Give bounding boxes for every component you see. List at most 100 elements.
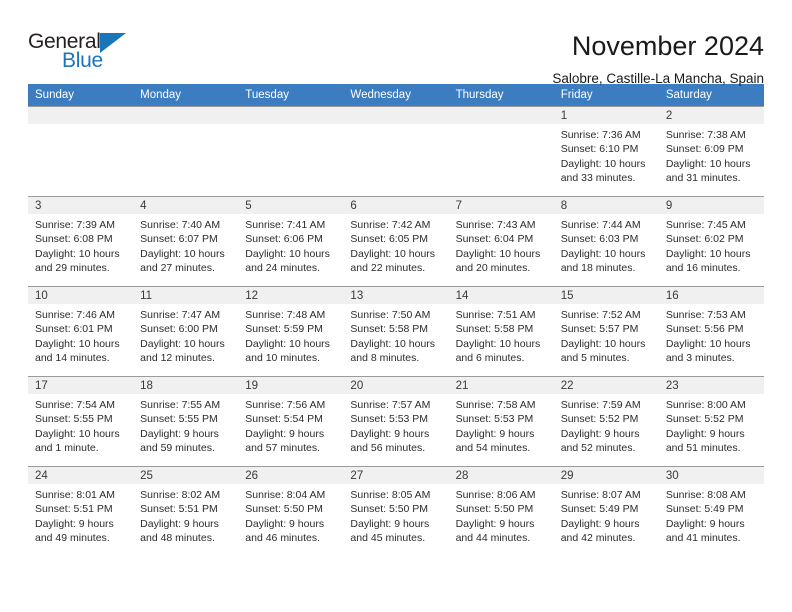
calendar-cell-day-15[interactable]: 15 Sunrise: 7:52 AM Sunset: 5:57 PM Dayligh… <box>553 286 659 377</box>
calendar-cell-day-20[interactable]: 20 Sunrise: 7:57 AM Sunset: 5:53 PM Dayligh… <box>343 376 449 467</box>
day-number: 5 <box>238 197 344 214</box>
daylight-text-line1: Daylight: 10 hours <box>665 247 751 260</box>
daylight-text-line2: and 22 minutes. <box>350 261 426 274</box>
calendar-cell-day-1[interactable]: 1 Sunrise: 7:36 AM Sunset: 6:10 PM Daylight… <box>553 106 659 197</box>
day-details: Sunrise: 7:48 AM Sunset: 5:59 PM Daylight:… <box>238 304 343 365</box>
calendar-cell-day-28[interactable]: 28 Sunrise: 8:06 AM Sunset: 5:50 PM Dayligh… <box>448 466 554 557</box>
sunset-text: Sunset: 6:06 PM <box>245 233 323 246</box>
daylight-text-line2: and 59 minutes. <box>140 441 215 454</box>
day-details: Sunrise: 8:05 AM Sunset: 5:50 PM Daylight:… <box>343 484 448 545</box>
calendar-cell-day-12[interactable]: 12 Sunrise: 7:48 AM Sunset: 5:59 PM Dayligh… <box>238 286 344 377</box>
calendar-cell-day-23[interactable]: 23 Sunrise: 8:00 AM Sunset: 5:52 PM Dayligh… <box>658 376 764 467</box>
daylight-text-line2: and 41 minutes. <box>665 531 741 544</box>
sunset-text: Sunset: 5:50 PM <box>455 503 534 516</box>
daylight-text-line2: and 45 minutes. <box>350 531 426 544</box>
sunset-text: Sunset: 5:53 PM <box>350 413 429 426</box>
sunrise-text: Sunrise: 8:01 AM <box>35 489 115 501</box>
day-number: 25 <box>133 467 239 484</box>
calendar-cell-day-13[interactable]: 13 Sunrise: 7:50 AM Sunset: 5:58 PM Dayligh… <box>343 286 449 377</box>
weekday-header-tuesday: Tuesday <box>238 84 344 107</box>
calendar-cell-day-10[interactable]: 10 Sunrise: 7:46 AM Sunset: 6:01 PM Dayligh… <box>28 286 134 377</box>
day-number: 9 <box>658 197 764 214</box>
calendar-cell-day-17[interactable]: 17 Sunrise: 7:54 AM Sunset: 5:55 PM Dayligh… <box>28 376 134 467</box>
daylight-text-line2: and 49 minutes. <box>35 531 110 544</box>
sunset-text: Sunset: 5:49 PM <box>665 503 744 516</box>
calendar-cell-day-29[interactable]: 29 Sunrise: 8:07 AM Sunset: 5:49 PM Dayligh… <box>553 466 659 557</box>
daylight-text-line2: and 12 minutes. <box>140 351 215 364</box>
daylight-text-line1: Daylight: 10 hours <box>560 157 646 170</box>
calendar-cell-day-7[interactable]: 7 Sunrise: 7:43 AM Sunset: 6:04 PM Daylight… <box>448 196 554 287</box>
daylight-text-line2: and 48 minutes. <box>140 531 215 544</box>
daylight-text-line2: and 16 minutes. <box>665 261 741 274</box>
day-details: Sunrise: 7:50 AM Sunset: 5:58 PM Daylight:… <box>343 304 448 365</box>
day-details: Sunrise: 7:43 AM Sunset: 6:04 PM Daylight:… <box>449 214 554 275</box>
calendar-cell-day-6[interactable]: 6 Sunrise: 7:42 AM Sunset: 6:05 PM Daylight… <box>343 196 449 287</box>
calendar-cell-day-24[interactable]: 24 Sunrise: 8:01 AM Sunset: 5:51 PM Dayligh… <box>28 466 134 557</box>
sunrise-text: Sunrise: 8:07 AM <box>560 489 641 501</box>
sunrise-text: Sunrise: 7:40 AM <box>140 219 221 231</box>
weekday-header-monday: Monday <box>133 84 239 107</box>
day-number: 28 <box>448 467 554 484</box>
day-details: Sunrise: 7:56 AM Sunset: 5:54 PM Daylight:… <box>238 394 343 455</box>
calendar-cell-day-2[interactable]: 2 Sunrise: 7:38 AM Sunset: 6:09 PM Daylight… <box>658 106 764 197</box>
sunset-text: Sunset: 5:50 PM <box>245 503 323 516</box>
page-title: November 2024 <box>571 31 764 61</box>
sunset-text: Sunset: 6:10 PM <box>560 143 639 156</box>
calendar-cell-day-27[interactable]: 27 Sunrise: 8:05 AM Sunset: 5:50 PM Dayligh… <box>343 466 449 557</box>
calendar-week-row: 1 Sunrise: 7:36 AM Sunset: 6:10 PM Daylight… <box>28 106 764 197</box>
calendar-cell-day-3[interactable]: 3 Sunrise: 7:39 AM Sunset: 6:08 PM Daylight… <box>28 196 134 287</box>
day-number: 20 <box>343 377 449 394</box>
daylight-text-line1: Daylight: 10 hours <box>35 247 120 260</box>
daylight-text-line1: Daylight: 10 hours <box>350 337 436 350</box>
daylight-text-line1: Daylight: 9 hours <box>245 517 325 530</box>
calendar-cell-day-25[interactable]: 25 Sunrise: 8:02 AM Sunset: 5:51 PM Dayligh… <box>133 466 239 557</box>
day-number: 1 <box>553 107 659 124</box>
sunrise-text: Sunrise: 8:00 AM <box>665 399 746 411</box>
daylight-text-line1: Daylight: 9 hours <box>245 427 325 440</box>
sunrise-text: Sunrise: 7:48 AM <box>245 309 326 321</box>
sunset-text: Sunset: 5:52 PM <box>665 413 744 426</box>
calendar-cell-day-11[interactable]: 11 Sunrise: 7:47 AM Sunset: 6:00 PM Dayligh… <box>133 286 239 377</box>
day-number: 6 <box>343 197 449 214</box>
daylight-text-line2: and 54 minutes. <box>455 441 531 454</box>
calendar-cell-day-21[interactable]: 21 Sunrise: 7:58 AM Sunset: 5:53 PM Dayligh… <box>448 376 554 467</box>
day-details: Sunrise: 7:40 AM Sunset: 6:07 PM Daylight:… <box>133 214 238 275</box>
calendar-week-row: 10 Sunrise: 7:46 AM Sunset: 6:01 PM Dayligh… <box>28 286 764 377</box>
daylight-text-line1: Daylight: 10 hours <box>455 247 541 260</box>
day-number: 30 <box>658 467 764 484</box>
sunrise-text: Sunrise: 8:02 AM <box>140 489 221 501</box>
calendar-cell-day-30[interactable]: 30 Sunrise: 8:08 AM Sunset: 5:49 PM Dayligh… <box>658 466 764 557</box>
calendar-cell-day-26[interactable]: 26 Sunrise: 8:04 AM Sunset: 5:50 PM Dayligh… <box>238 466 344 557</box>
sunrise-text: Sunrise: 7:58 AM <box>455 399 536 411</box>
calendar-cell-day-16[interactable]: 16 Sunrise: 7:53 AM Sunset: 5:56 PM Dayligh… <box>658 286 764 377</box>
day-number-bar <box>28 107 134 124</box>
daylight-text-line2: and 52 minutes. <box>560 441 636 454</box>
day-details: Sunrise: 8:02 AM Sunset: 5:51 PM Daylight:… <box>133 484 238 545</box>
day-number: 19 <box>238 377 344 394</box>
day-details: Sunrise: 7:36 AM Sunset: 6:10 PM Daylight:… <box>554 124 659 185</box>
triangle-icon <box>100 33 126 53</box>
calendar-cell-day-18[interactable]: 18 Sunrise: 7:55 AM Sunset: 5:55 PM Dayligh… <box>133 376 239 467</box>
sunrise-text: Sunrise: 7:53 AM <box>665 309 746 321</box>
sunset-text: Sunset: 5:57 PM <box>560 323 639 336</box>
sunrise-text: Sunrise: 7:50 AM <box>350 309 431 321</box>
calendar-cell-day-9[interactable]: 9 Sunrise: 7:45 AM Sunset: 6:02 PM Daylight… <box>658 196 764 287</box>
calendar-cell-day-4[interactable]: 4 Sunrise: 7:40 AM Sunset: 6:07 PM Daylight… <box>133 196 239 287</box>
day-details: Sunrise: 8:07 AM Sunset: 5:49 PM Daylight:… <box>554 484 659 545</box>
day-details: Sunrise: 7:58 AM Sunset: 5:53 PM Daylight:… <box>449 394 554 455</box>
day-details: Sunrise: 7:54 AM Sunset: 5:55 PM Daylight:… <box>28 394 133 455</box>
calendar-cell-day-5[interactable]: 5 Sunrise: 7:41 AM Sunset: 6:06 PM Daylight… <box>238 196 344 287</box>
daylight-text-line1: Daylight: 9 hours <box>560 517 640 530</box>
calendar-cell-day-14[interactable]: 14 Sunrise: 7:51 AM Sunset: 5:58 PM Dayligh… <box>448 286 554 377</box>
daylight-text-line1: Daylight: 9 hours <box>455 517 535 530</box>
daylight-text-line1: Daylight: 9 hours <box>455 427 535 440</box>
calendar-cell-day-19[interactable]: 19 Sunrise: 7:56 AM Sunset: 5:54 PM Dayligh… <box>238 376 344 467</box>
generalblue-logo[interactable]: General Blue <box>28 30 148 76</box>
sunset-text: Sunset: 6:07 PM <box>140 233 218 246</box>
calendar-cell-day-8[interactable]: 8 Sunrise: 7:44 AM Sunset: 6:03 PM Daylight… <box>553 196 659 287</box>
weekday-header-wednesday: Wednesday <box>343 84 449 107</box>
sunset-text: Sunset: 6:03 PM <box>560 233 639 246</box>
calendar-cell-day-22[interactable]: 22 Sunrise: 7:59 AM Sunset: 5:52 PM Dayligh… <box>553 376 659 467</box>
day-number: 22 <box>553 377 659 394</box>
day-number-bar <box>448 107 554 124</box>
